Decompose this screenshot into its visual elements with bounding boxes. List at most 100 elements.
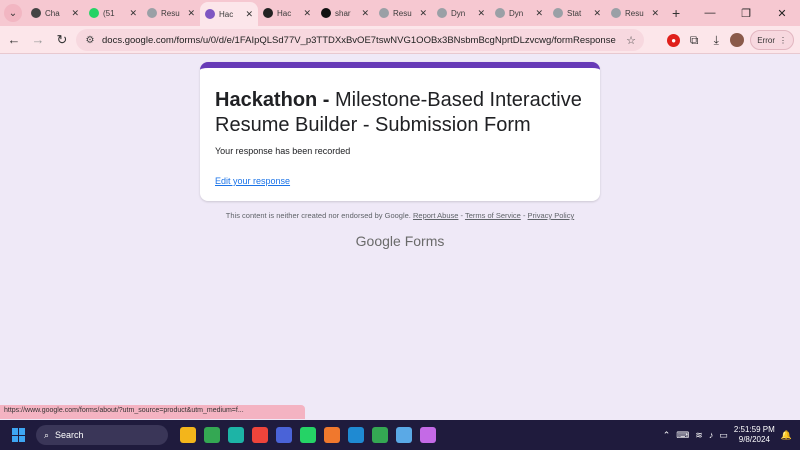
notepad-icon[interactable] [396,427,412,443]
logo-google: Google [355,233,401,249]
tab-favicon-icon [147,8,157,18]
battery-icon[interactable]: ▭ [719,430,728,441]
toolbar-actions: ● ⧉ ⤓ Error ⋮ [667,29,794,51]
new-tab-plus-icon[interactable]: + [672,5,680,21]
tab-close-icon[interactable]: ✕ [651,8,659,19]
minimize-icon[interactable]: — [692,7,728,19]
vscode-icon[interactable] [348,427,364,443]
tab-title: Hac [219,9,234,19]
tab-title: Resu [393,8,412,18]
profile-avatar[interactable] [730,33,745,47]
tab-title: Stat [567,8,582,18]
extensions-puzzle-icon[interactable]: ⧉ [686,33,702,48]
footer-separator: - [460,211,464,220]
keyboard-icon[interactable]: ⌨ [676,430,689,441]
anydesk-icon[interactable] [252,427,268,443]
window-controls: — ❐ ✕ [692,0,800,26]
menu-dots-icon: ⋮ [779,35,787,45]
tab-close-icon[interactable]: ✕ [245,9,253,20]
taskbar-apps [180,427,436,443]
git-app-icon[interactable] [420,427,436,443]
logo-forms: Forms [404,233,445,249]
tab-title: (51 [103,8,115,18]
tab-strip: ⌄ Cha ✕ (51 ✕ Resu ✕ Hac ✕ Hac ✕ shar ✕ Resu ✕ Dyn ✕ Dyn… [0,0,800,26]
taskbar-search[interactable]: ⌕ Search [36,425,168,445]
clock-date: 9/8/2024 [738,435,770,444]
address-bar[interactable]: ⚙ docs.google.com/forms/u/0/d/e/1FAIpQLS… [76,29,644,51]
browser-tab[interactable]: Stat ✕ [548,2,606,24]
tab-close-icon[interactable]: ✕ [303,8,311,19]
tab-close-icon[interactable]: ✕ [129,8,137,19]
back-arrow-icon[interactable]: ← [2,32,26,47]
privacy-link[interactable]: Privacy Policy [528,211,575,220]
browser-tab[interactable]: Cha ✕ [26,2,84,24]
tab-title: Resu [625,8,644,18]
tray-chevron-icon[interactable]: ⌃ [663,430,671,441]
tab-close-icon[interactable]: ✕ [419,8,427,19]
tab-close-icon[interactable]: ✕ [593,8,601,19]
chrome-icon[interactable] [204,427,220,443]
tab-favicon-icon [89,8,99,18]
browser-tab[interactable]: Resu ✕ [606,2,664,24]
file-explorer-icon[interactable] [180,427,196,443]
tab-favicon-icon [321,8,331,18]
reload-icon[interactable]: ↻ [50,32,74,48]
code-tool-icon[interactable] [276,427,292,443]
tab-favicon-icon [205,9,215,19]
media-app-icon[interactable] [324,427,340,443]
windows-start-icon[interactable] [12,428,26,442]
report-abuse-link[interactable]: Report Abuse [413,211,458,220]
edit-response-link[interactable]: Edit your response [215,176,585,186]
site-info-icon[interactable]: ⚙ [80,35,100,46]
form-title: Hackathon - Milestone-Based Interactive … [215,88,585,138]
tab-search-chevron-icon[interactable]: ⌄ [4,4,22,22]
browser-tab[interactable]: Hac ✕ [258,2,316,24]
browser-tab[interactable]: Hac ✕ [200,2,258,26]
tab-title: shar [335,8,351,18]
tab-close-icon[interactable]: ✕ [187,8,195,19]
forward-arrow-icon[interactable]: → [26,32,50,47]
status-bar-url: https://www.google.com/forms/about/?utm_… [0,405,305,419]
notification-bell-icon[interactable]: 🔔 [781,430,792,441]
taskbar-search-label: Search [55,430,84,440]
tab-close-icon[interactable]: ✕ [71,8,79,19]
terms-link[interactable]: Terms of Service [465,211,521,220]
restore-icon[interactable]: ❐ [728,7,764,20]
confirmation-message: Your response has been recorded [215,146,351,156]
tab-close-icon[interactable]: ✕ [535,8,543,19]
browser-tab[interactable]: Dyn ✕ [490,2,548,24]
browser-tab[interactable]: Dyn ✕ [432,2,490,24]
bookmark-star-icon[interactable]: ☆ [626,34,636,47]
browser-tab[interactable]: Resu ✕ [142,2,200,24]
error-button[interactable]: Error ⋮ [750,30,794,50]
tab-favicon-icon [263,8,273,18]
footer-separator: - [522,211,526,220]
windows-taskbar: ⌕ Search ⌃ ⌨ ≋ ♪ ▭ 2:51:59 PM 9/8/2024 🔔 [0,420,800,450]
browser-toolbar: ← → ↻ ⚙ docs.google.com/forms/u/0/d/e/1F… [0,26,800,54]
tab-favicon-icon [611,8,621,18]
tab-favicon-icon [379,8,389,18]
error-label: Error [757,35,775,45]
tab-title: Dyn [451,8,466,18]
form-title-bold: Hackathon - [215,89,330,111]
extension-icon[interactable]: ● [667,33,681,47]
edge-icon[interactable] [228,427,244,443]
chrome-active-icon[interactable] [372,427,388,443]
google-forms-logo[interactable]: Google Forms [0,233,800,249]
volume-icon[interactable]: ♪ [709,430,714,440]
close-window-icon[interactable]: ✕ [764,7,800,20]
browser-tab[interactable]: Resu ✕ [374,2,432,24]
download-icon[interactable]: ⤓ [708,33,724,48]
browser-tab[interactable]: (51 ✕ [84,2,142,24]
search-icon: ⌕ [44,429,50,440]
taskbar-clock[interactable]: 2:51:59 PM 9/8/2024 [734,425,775,445]
url-text[interactable]: docs.google.com/forms/u/0/d/e/1FAIpQLSd7… [102,35,616,46]
tab-close-icon[interactable]: ✕ [361,8,369,19]
system-tray: ⌃ ⌨ ≋ ♪ ▭ 2:51:59 PM 9/8/2024 🔔 [663,420,792,450]
tab-favicon-icon [553,8,563,18]
browser-tab[interactable]: shar ✕ [316,2,374,24]
whatsapp-icon[interactable] [300,427,316,443]
wifi-icon[interactable]: ≋ [695,430,703,441]
tab-title: Cha [45,8,60,18]
tab-close-icon[interactable]: ✕ [477,8,485,19]
